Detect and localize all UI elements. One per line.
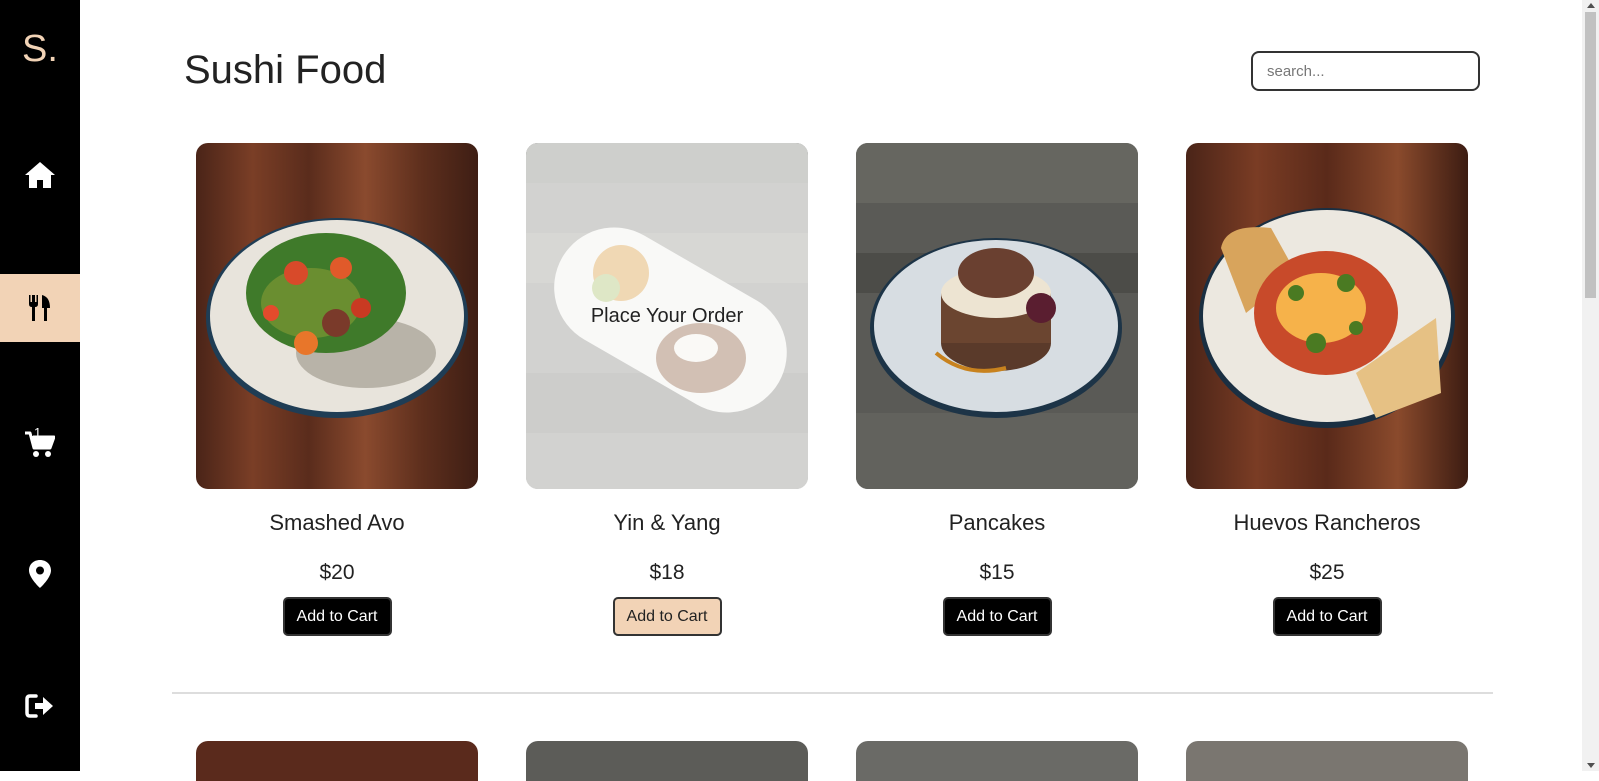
logo[interactable]: S. bbox=[0, 28, 80, 71]
nav-menu[interactable] bbox=[0, 274, 80, 342]
food-image[interactable] bbox=[1186, 741, 1468, 781]
sign-out-icon bbox=[25, 694, 53, 718]
utensils-icon bbox=[29, 295, 50, 321]
food-image[interactable] bbox=[196, 143, 478, 489]
menu-card: Place Your Order Yin & Yang $18 Add to C… bbox=[526, 143, 808, 636]
item-price: $15 bbox=[979, 561, 1015, 584]
place-order-overlay[interactable]: Place Your Order bbox=[526, 143, 808, 489]
nav-logout[interactable] bbox=[0, 672, 80, 740]
search-input[interactable] bbox=[1251, 51, 1480, 91]
item-price: $20 bbox=[319, 561, 355, 584]
menu-card: Pancakes $15 Add to Cart bbox=[856, 143, 1138, 636]
add-to-cart-button[interactable]: Add to Cart bbox=[1272, 597, 1382, 636]
menu-card: Smashed Avo $20 Add to Cart bbox=[196, 143, 478, 636]
sidebar: S. 1 bbox=[0, 0, 80, 771]
item-price: $18 bbox=[649, 561, 685, 584]
scroll-thumb[interactable] bbox=[1585, 12, 1596, 298]
item-name: Pancakes bbox=[948, 510, 1046, 535]
location-pin-icon bbox=[29, 560, 51, 588]
food-image[interactable]: Place Your Order bbox=[526, 143, 808, 489]
food-image[interactable] bbox=[856, 143, 1138, 489]
item-price: $25 bbox=[1309, 561, 1345, 584]
item-name: Smashed Avo bbox=[269, 510, 405, 535]
food-image[interactable] bbox=[1186, 143, 1468, 489]
menu-card: Huevos Rancheros $25 Add to Cart bbox=[1186, 143, 1468, 636]
nav-cart[interactable]: 1 bbox=[0, 405, 80, 473]
item-name: Huevos Rancheros bbox=[1233, 510, 1421, 535]
scroll-down-icon[interactable] bbox=[1587, 763, 1595, 768]
cart-count-badge: 1 bbox=[34, 425, 42, 440]
page-title: Sushi Food bbox=[184, 48, 387, 92]
home-icon bbox=[25, 162, 55, 188]
add-to-cart-button[interactable]: Add to Cart bbox=[942, 597, 1052, 636]
food-image[interactable] bbox=[856, 741, 1138, 781]
section-divider bbox=[172, 692, 1493, 694]
add-to-cart-button[interactable]: Add to Cart bbox=[612, 597, 722, 636]
food-image[interactable] bbox=[196, 741, 478, 781]
item-name: Yin & Yang bbox=[613, 510, 721, 535]
scrollbar[interactable] bbox=[1582, 0, 1599, 771]
nav-location[interactable] bbox=[0, 540, 80, 608]
nav-home[interactable] bbox=[0, 141, 80, 209]
food-image[interactable] bbox=[526, 741, 808, 781]
scroll-up-icon[interactable] bbox=[1587, 3, 1595, 8]
add-to-cart-button[interactable]: Add to Cart bbox=[282, 597, 392, 636]
